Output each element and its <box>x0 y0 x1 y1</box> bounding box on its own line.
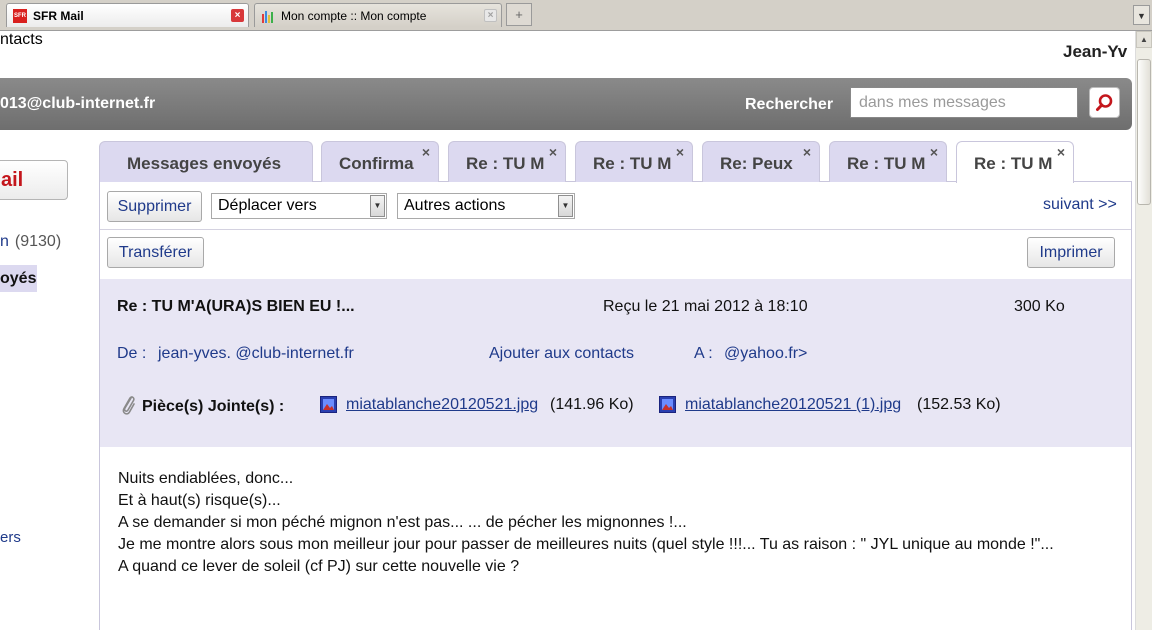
sidebar-item-inbox[interactable]: n (9130) <box>0 233 61 251</box>
to-address[interactable]: @yahoo.fr> <box>724 345 807 363</box>
paperclip-icon <box>122 396 135 415</box>
sidebar-item-sent[interactable]: oyés <box>0 265 37 292</box>
message-body: Nuits endiablées, donc... Et à haut(s) r… <box>118 468 1108 578</box>
header-bar: 013@club-internet.fr Rechercher <box>0 78 1132 130</box>
tab-list-button[interactable]: ▼ <box>1133 5 1150 25</box>
other-actions-select[interactable]: Autres actions ▼ <box>397 193 575 219</box>
scroll-thumb[interactable] <box>1137 59 1151 205</box>
tab-label: Confirma <box>339 154 414 173</box>
move-to-value: Déplacer vers <box>218 197 317 214</box>
from-label: De : <box>117 345 147 362</box>
attachment-size: (141.96 Ko) <box>550 396 634 413</box>
message-header: Re : TU M'A(URA)S BIEN EU !... Reçu le 2… <box>100 279 1131 447</box>
vertical-scrollbar[interactable]: ▲ <box>1135 31 1152 630</box>
body-line: Nuits endiablées, donc... <box>118 470 294 487</box>
search-button[interactable] <box>1089 87 1120 118</box>
move-to-select[interactable]: Déplacer vers ▼ <box>211 193 387 219</box>
tab-label: Messages envoyés <box>127 154 282 173</box>
message-size: 300 Ko <box>1014 298 1065 315</box>
forward-button[interactable]: Transférer <box>107 237 204 268</box>
image-file-icon <box>320 396 337 413</box>
other-actions-value: Autres actions <box>404 197 506 214</box>
sidebar-item-folders[interactable]: ers <box>0 529 21 546</box>
message-subject: Re : TU M'A(URA)S BIEN EU !... <box>117 298 355 315</box>
search-label: Rechercher <box>745 96 834 113</box>
inbox-count: (9130) <box>14 233 62 250</box>
inbox-label: n <box>0 233 9 250</box>
magnifier-icon <box>1096 94 1113 111</box>
browser-tab-sfr-mail[interactable]: SFR SFR Mail × <box>6 3 249 27</box>
body-line: A quand ce lever de soleil (cf PJ) sur c… <box>118 558 520 575</box>
tab-confirmation[interactable]: Confirma × <box>321 141 439 182</box>
tab-label: Re : TU M <box>847 154 926 173</box>
user-name: Jean-Yv <box>1063 42 1128 61</box>
body-line: Je me montre alors sous mon meilleur jou… <box>118 536 1054 553</box>
close-icon[interactable]: × <box>930 144 938 160</box>
tab-label: Re : TU M <box>466 154 545 173</box>
close-tab-icon[interactable]: × <box>231 9 244 22</box>
next-link[interactable]: suivant >> <box>1043 196 1117 214</box>
close-icon[interactable]: × <box>422 144 430 160</box>
image-file-icon <box>659 396 676 413</box>
tab-re-peux[interactable]: Re: Peux × <box>702 141 820 182</box>
body-line: Et à haut(s) risque(s)... <box>118 492 281 509</box>
attachments-label: Pièce(s) Jointe(s) : <box>142 398 285 415</box>
tab-re-tu-m-active[interactable]: Re : TU M × <box>956 141 1074 183</box>
search-input[interactable] <box>850 87 1078 118</box>
tab-re-tu-m-2[interactable]: Re : TU M × <box>575 141 693 182</box>
tab-label: Re : TU M <box>974 154 1053 173</box>
dropdown-arrow-icon[interactable]: ▼ <box>558 195 573 217</box>
message-received-date: Reçu le 21 mai 2012 à 18:10 <box>603 298 808 315</box>
from-address[interactable]: jean-yves. @club-internet.fr <box>158 345 354 363</box>
bar-chart-favicon-icon <box>262 11 273 23</box>
close-icon[interactable]: × <box>803 144 811 160</box>
close-icon[interactable]: × <box>676 144 684 160</box>
attachment-link[interactable]: miatablanche20120521 (1).jpg <box>685 396 901 414</box>
attachment-size: (152.53 Ko) <box>917 396 1001 413</box>
sfr-favicon-icon: SFR <box>13 9 27 23</box>
toolbar-divider <box>100 229 1131 230</box>
tab-messages-envoyes[interactable]: Messages envoyés <box>99 141 313 182</box>
tab-re-tu-m-3[interactable]: Re : TU M × <box>829 141 947 182</box>
new-tab-button[interactable]: + <box>506 3 532 26</box>
browser-tab-mon-compte[interactable]: Mon compte :: Mon compte × <box>254 3 502 27</box>
delete-button[interactable]: Supprimer <box>107 191 202 222</box>
attachment-link[interactable]: miatablanche20120521.jpg <box>346 396 538 414</box>
add-to-contacts-link[interactable]: Ajouter aux contacts <box>489 345 634 363</box>
dropdown-arrow-icon[interactable]: ▼ <box>370 195 385 217</box>
print-button[interactable]: Imprimer <box>1027 237 1115 268</box>
new-mail-button[interactable]: ail <box>0 160 68 200</box>
tab-label: Re: Peux <box>720 154 793 173</box>
contacts-link[interactable]: ntacts <box>0 31 43 49</box>
browser-tab-strip: SFR SFR Mail × Mon compte :: Mon compte … <box>0 0 1152 31</box>
tab-re-tu-m-1[interactable]: Re : TU M × <box>448 141 566 182</box>
new-mail-label: ail <box>1 169 24 191</box>
account-email: 013@club-internet.fr <box>0 95 156 112</box>
to-label: A : <box>694 345 713 362</box>
browser-tab-label: SFR Mail <box>33 9 84 23</box>
scroll-up-arrow-icon[interactable]: ▲ <box>1136 31 1152 48</box>
close-icon[interactable]: × <box>1057 144 1065 160</box>
browser-tab-label: Mon compte :: Mon compte <box>281 9 427 23</box>
tab-label: Re : TU M <box>593 154 672 173</box>
close-icon[interactable]: × <box>549 144 557 160</box>
body-line: A se demander si mon péché mignon n'est … <box>118 514 687 531</box>
close-tab-icon[interactable]: × <box>484 9 497 22</box>
